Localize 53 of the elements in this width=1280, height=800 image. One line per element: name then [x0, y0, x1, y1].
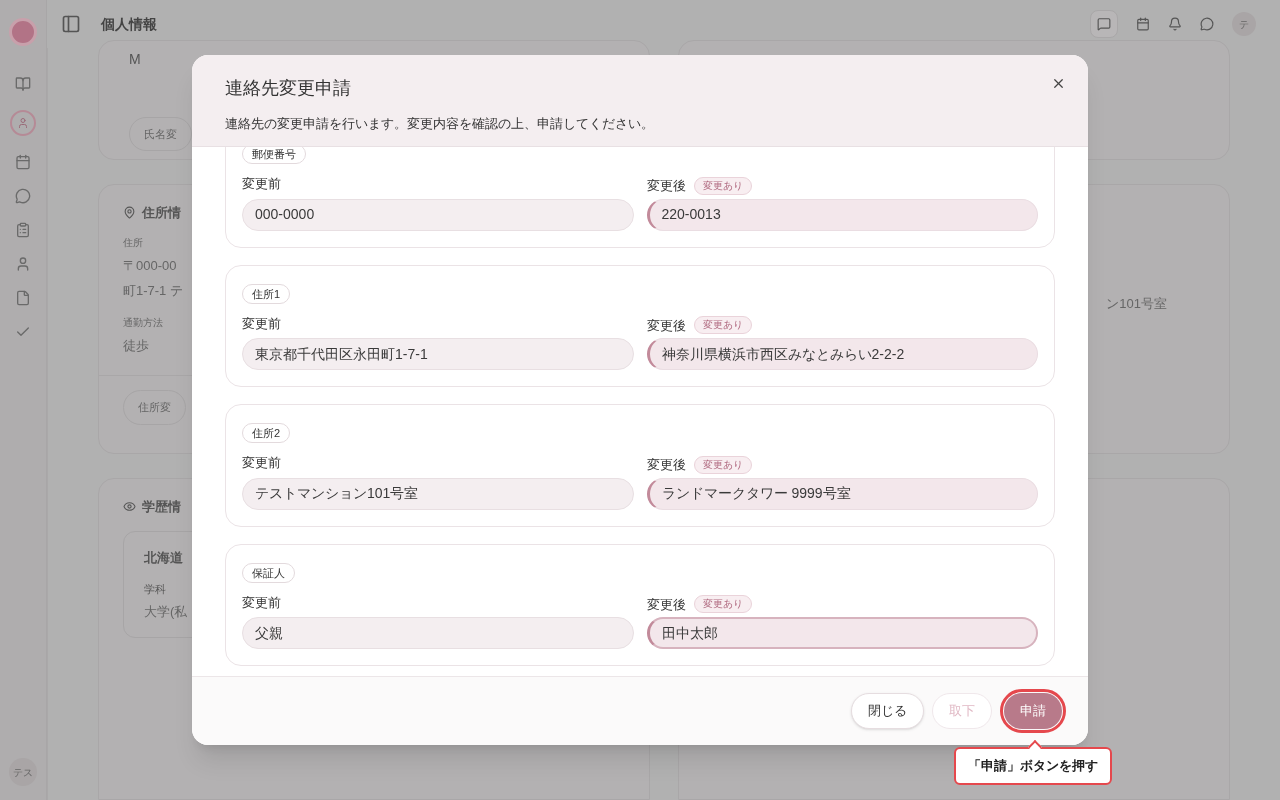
before-label: 変更前: [242, 175, 282, 193]
after-label: 変更後: [646, 595, 686, 614]
message-button[interactable]: [1090, 10, 1118, 38]
changed-badge: 変更あり: [693, 176, 752, 195]
after-label: 変更後: [646, 177, 686, 195]
address-line: 町1-7-1 テ: [123, 282, 183, 300]
commute-label: 通勤方法: [123, 315, 163, 330]
card-title: 学歴情: [142, 498, 181, 516]
input-field[interactable]: 神奈川県横浜市西区みなとみらい2-2-2: [646, 338, 1038, 370]
school-name: 北海道: [144, 548, 183, 567]
commute-value: 徒歩: [123, 336, 149, 355]
dialog-button[interactable]: 閉じる: [851, 693, 924, 729]
close-icon[interactable]: [1051, 76, 1066, 91]
input-field[interactable]: テストマンション101号室: [242, 477, 634, 510]
before-label: 変更前: [242, 593, 282, 612]
changed-badge: 変更あり: [693, 595, 752, 614]
callout-text: 「申請」ボタンを押す: [968, 757, 1098, 776]
book-icon[interactable]: [15, 76, 31, 92]
input-field[interactable]: 田中太郎: [646, 617, 1038, 649]
person-icon[interactable]: [15, 256, 31, 272]
dialog-description: 連絡先の変更申請を行います。変更内容を確認の上、申請してください。: [225, 115, 655, 133]
chat-icon[interactable]: [15, 188, 31, 204]
document-icon[interactable]: [15, 290, 31, 306]
dialog-title: 連絡先変更申請: [225, 77, 352, 100]
list-icon[interactable]: [15, 222, 31, 238]
bell-icon[interactable]: [1168, 17, 1182, 31]
changed-badge: 変更あり: [693, 316, 752, 335]
calendar-icon[interactable]: [1136, 17, 1150, 31]
message-icon: [1097, 17, 1111, 31]
input-field[interactable]: 000-0000: [242, 198, 634, 231]
before-label: 変更前: [242, 454, 282, 472]
chat-icon[interactable]: [1200, 17, 1214, 31]
page-title: 個人情報: [101, 14, 157, 34]
logo-icon: [9, 18, 37, 46]
name-value: M: [129, 50, 142, 69]
address-label: 住所: [123, 235, 143, 250]
input-field[interactable]: ランドマークタワー 9999号室: [646, 477, 1038, 510]
card-title: 住所情: [142, 204, 181, 222]
input-field[interactable]: 220-0013: [646, 198, 1038, 231]
input-field[interactable]: 父親: [242, 617, 634, 649]
department-label: 学科: [144, 582, 166, 597]
before-label: 変更前: [242, 314, 282, 333]
calendar-icon[interactable]: [15, 154, 31, 170]
after-label: 変更後: [646, 456, 686, 474]
department-value: 大学(私: [144, 602, 188, 621]
sidebar-toggle-icon[interactable]: [61, 14, 81, 34]
changed-badge: 変更あり: [693, 455, 752, 474]
after-label: 変更後: [646, 316, 686, 335]
map-pin-icon: [123, 206, 136, 220]
address-text: ン101号室: [1106, 295, 1167, 314]
input-field[interactable]: 東京都千代田区永田町1-7-1: [242, 338, 634, 370]
eye-icon: [123, 500, 136, 514]
address-line: 〒000-00: [123, 256, 177, 275]
